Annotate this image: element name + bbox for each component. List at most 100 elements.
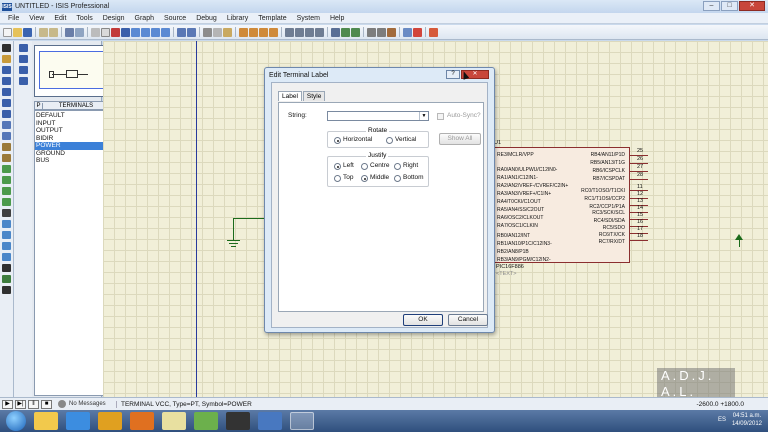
- save-icon[interactable]: [23, 27, 32, 37]
- block-move-icon[interactable]: [249, 27, 258, 37]
- ok-button[interactable]: OK: [403, 314, 443, 326]
- zoom-area-icon[interactable]: [161, 27, 170, 37]
- menu-debug[interactable]: Debug: [196, 15, 217, 22]
- cut-icon[interactable]: [203, 27, 212, 37]
- maximize-button[interactable]: □: [721, 1, 738, 11]
- 2d-arc-icon[interactable]: [2, 242, 11, 250]
- menu-system[interactable]: System: [297, 15, 320, 22]
- menu-help[interactable]: Help: [330, 15, 344, 22]
- exit-to-parent-icon[interactable]: [387, 27, 396, 37]
- new-file-icon[interactable]: [3, 27, 12, 37]
- 2d-box-icon[interactable]: [2, 220, 11, 228]
- ie-taskbar-icon[interactable]: [66, 412, 90, 430]
- terminal-item-input[interactable]: INPUT: [35, 120, 109, 128]
- remove-sheet-icon[interactable]: [377, 27, 386, 37]
- terminal-item-output[interactable]: OUTPUT: [35, 127, 109, 135]
- media-player-taskbar-icon[interactable]: [130, 412, 154, 430]
- current-probe-icon[interactable]: [2, 187, 11, 195]
- origin-icon[interactable]: [111, 27, 120, 37]
- 2d-circle-icon[interactable]: [2, 231, 11, 239]
- wire-autorouter-icon[interactable]: [331, 27, 340, 37]
- menu-view[interactable]: View: [29, 15, 44, 22]
- zoom-in-icon[interactable]: [131, 27, 140, 37]
- menu-tools[interactable]: Tools: [76, 15, 92, 22]
- voltage-probe-icon[interactable]: [2, 176, 11, 184]
- pick-device-icon[interactable]: [285, 27, 294, 37]
- open-folder-icon[interactable]: [13, 27, 22, 37]
- terminal-item-ground[interactable]: GROUND: [35, 150, 109, 158]
- show-all-button[interactable]: Show All: [439, 133, 481, 145]
- component-mode-icon[interactable]: [2, 55, 11, 63]
- justify-centre-radio[interactable]: [361, 163, 368, 170]
- wire[interactable]: [233, 218, 234, 240]
- device-pins-icon[interactable]: [2, 132, 11, 140]
- 2d-markers-icon[interactable]: [2, 286, 11, 294]
- word-taskbar-icon[interactable]: [258, 412, 282, 430]
- 2d-text-icon[interactable]: [2, 264, 11, 272]
- rotate-vertical-radio[interactable]: [386, 137, 393, 144]
- overview-window[interactable]: [34, 45, 110, 97]
- terminal-item-bus[interactable]: BUS: [35, 157, 109, 165]
- chevron-down-icon[interactable]: ▼: [419, 112, 428, 120]
- pic16f886-component[interactable]: RE3/MCLR/VPP RA0/AN0/ULPWU/C12IN0- RA1/A…: [494, 147, 630, 263]
- mirror-x-icon[interactable]: [18, 66, 28, 74]
- redo-icon[interactable]: [187, 27, 196, 37]
- menu-template[interactable]: Template: [258, 15, 286, 22]
- block-delete-icon[interactable]: [269, 27, 278, 37]
- packaging-tool-icon[interactable]: [305, 27, 314, 37]
- netlist-to-ares-icon[interactable]: [429, 27, 438, 37]
- close-button[interactable]: ✕: [739, 1, 765, 11]
- block-rotate-icon[interactable]: [259, 27, 268, 37]
- clock[interactable]: 04:51 a.m. 14/09/2012: [732, 412, 762, 428]
- virtual-instruments-icon[interactable]: [2, 198, 11, 206]
- menu-library[interactable]: Library: [227, 15, 248, 22]
- menu-source[interactable]: Source: [164, 15, 186, 22]
- terminals-list[interactable]: DEFAULT INPUT OUTPUT BIDIR POWER GROUND …: [34, 110, 110, 396]
- junction-dot-icon[interactable]: [2, 66, 11, 74]
- export-icon[interactable]: [49, 27, 58, 37]
- undo-icon[interactable]: [177, 27, 186, 37]
- block-copy-icon[interactable]: [239, 27, 248, 37]
- print-icon[interactable]: [65, 27, 74, 37]
- import-icon[interactable]: [39, 27, 48, 37]
- 2d-symbol-icon[interactable]: [2, 275, 11, 283]
- tab-style[interactable]: Style: [302, 91, 326, 101]
- subcircuit-icon[interactable]: [2, 110, 11, 118]
- tape-recorder-icon[interactable]: [2, 154, 11, 162]
- new-sheet-icon[interactable]: [367, 27, 376, 37]
- auto-sync-checkbox[interactable]: [437, 113, 444, 120]
- bill-of-materials-icon[interactable]: [403, 27, 412, 37]
- step-icon[interactable]: ▶|: [15, 399, 26, 409]
- buses-icon[interactable]: [2, 99, 11, 107]
- start-button-icon[interactable]: [6, 411, 26, 431]
- mirror-y-icon[interactable]: [18, 77, 28, 85]
- justify-middle-radio[interactable]: [361, 175, 368, 182]
- pan-icon[interactable]: [121, 27, 130, 37]
- zoom-all-icon[interactable]: [151, 27, 160, 37]
- chrome-taskbar-icon[interactable]: [98, 412, 122, 430]
- copy-icon[interactable]: [213, 27, 222, 37]
- zoom-out-icon[interactable]: [141, 27, 150, 37]
- selection-mode-icon[interactable]: [2, 44, 11, 52]
- search-tag-icon[interactable]: [341, 27, 350, 37]
- justify-right-radio[interactable]: [394, 163, 401, 170]
- terminal-item-power[interactable]: POWER: [35, 142, 109, 150]
- program-taskbar-icon[interactable]: [226, 412, 250, 430]
- electrical-rules-check-icon[interactable]: [413, 27, 422, 37]
- rotate-horizontal-radio[interactable]: [334, 137, 341, 144]
- 2d-line-icon[interactable]: [2, 209, 11, 217]
- string-combobox[interactable]: ▼: [327, 111, 429, 121]
- paste-icon[interactable]: [223, 27, 232, 37]
- rotate-clockwise-icon[interactable]: [18, 44, 28, 52]
- stop-icon[interactable]: ■: [41, 399, 52, 409]
- language-indicator[interactable]: ES: [718, 417, 726, 423]
- generator-icon[interactable]: [2, 165, 11, 173]
- menu-file[interactable]: File: [8, 15, 19, 22]
- pause-icon[interactable]: ‖: [28, 399, 39, 409]
- grid-icon[interactable]: [101, 27, 110, 37]
- wire[interactable]: [233, 218, 265, 219]
- justify-top-radio[interactable]: [334, 175, 341, 182]
- graph-mode-icon[interactable]: [2, 143, 11, 151]
- tab-label[interactable]: Label: [278, 91, 302, 101]
- explorer-taskbar-icon[interactable]: [34, 412, 58, 430]
